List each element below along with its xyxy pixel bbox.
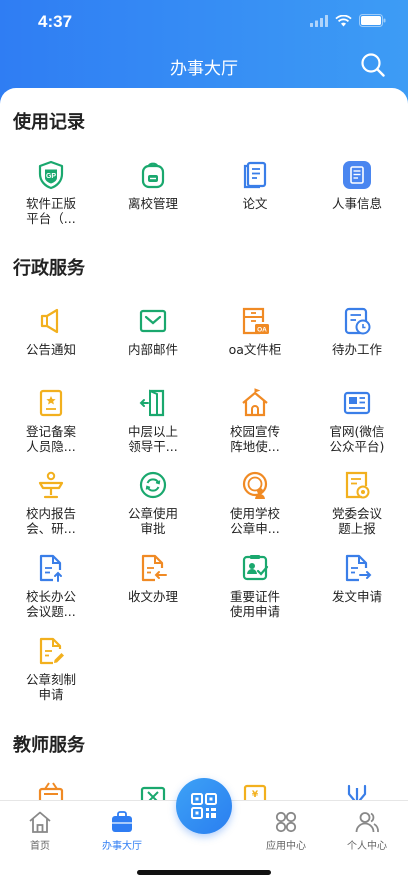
page-title: 办事大厅 <box>170 59 238 79</box>
mail-icon <box>139 309 167 333</box>
app-receive-documents[interactable]: 收文办理 <box>102 553 204 604</box>
svg-text:OA: OA <box>257 327 267 334</box>
app-party-committee[interactable]: 党委会议题上报 <box>306 470 408 536</box>
tab-label: 个人中心 <box>347 841 387 852</box>
app-label: 人事信息 <box>331 196 382 211</box>
app-principal-office[interactable]: 校长办公会议题... <box>0 553 102 619</box>
app-certificate-use[interactable]: 重要证件使用申请 <box>204 553 306 619</box>
document-receive-icon <box>141 554 167 582</box>
tab-app-center[interactable]: 应用中心 <box>246 809 326 852</box>
app-label: 校内报告会、研... <box>25 506 76 536</box>
oa-cabinet-icon: OA <box>242 307 269 335</box>
backpack-icon <box>141 162 165 189</box>
teacher-app-green-icon[interactable] <box>138 780 168 800</box>
app-label: 重要证件使用申请 <box>229 589 280 619</box>
briefcase-icon <box>112 811 132 832</box>
app-label: 党委会议题上报 <box>331 506 382 536</box>
seal-person-icon <box>242 471 268 499</box>
teacher-app-yuan-icon[interactable]: ¥ <box>240 780 270 800</box>
app-personnel-info[interactable]: 人事信息 <box>306 160 408 211</box>
app-announcement[interactable]: 公告通知 <box>0 306 102 357</box>
teacher-app-tools-icon[interactable] <box>342 780 372 800</box>
app-center-icon <box>275 811 297 833</box>
lectern-icon <box>38 471 64 499</box>
search-icon[interactable] <box>360 52 386 78</box>
document-edit-icon <box>39 637 64 665</box>
app-todo[interactable]: 待办工作 <box>306 306 408 357</box>
tab-label: 应用中心 <box>266 841 306 852</box>
battery-icon <box>359 14 386 27</box>
tab-service-hall[interactable]: 办事大厅 <box>82 809 162 852</box>
scan-qr-button[interactable] <box>176 778 232 834</box>
app-oa-cabinet[interactable]: OA oa文件柜 <box>204 306 306 357</box>
app-label: 公章刻制申请 <box>25 672 76 702</box>
qr-code-icon <box>191 793 217 819</box>
app-label: 论文 <box>242 196 268 211</box>
teacher-app-orange-icon[interactable] <box>36 780 66 800</box>
section-title-admin: 行政服务 <box>13 258 85 279</box>
section-title-teacher: 教师服务 <box>13 735 85 756</box>
certificate-icon <box>242 555 269 581</box>
home-icon <box>29 811 51 833</box>
app-label: 公告通知 <box>25 342 76 357</box>
app-label: 公章使用审批 <box>127 506 178 536</box>
wifi-icon <box>335 14 352 26</box>
svg-text:¥: ¥ <box>252 790 259 800</box>
seal-refresh-icon <box>139 471 167 499</box>
app-leave-school[interactable]: 离校管理 <box>102 160 204 211</box>
home-indicator <box>137 870 271 875</box>
gp-shield-icon: GP <box>38 160 64 190</box>
app-label: 软件正版平台（... <box>25 196 76 226</box>
app-label: 校园宣传阵地使... <box>229 424 280 454</box>
megaphone-icon <box>40 308 59 334</box>
tab-home[interactable]: 首页 <box>0 809 80 852</box>
app-label: oa文件柜 <box>228 342 282 357</box>
todo-clock-icon <box>344 307 371 335</box>
news-icon <box>343 391 371 415</box>
app-label: 登记备案人员隐... <box>25 424 76 454</box>
app-internal-mail[interactable]: 内部邮件 <box>102 306 204 357</box>
app-label: 中层以上领导干... <box>127 424 178 454</box>
app-seal-approval[interactable]: 公章使用审批 <box>102 470 204 536</box>
registration-icon <box>39 389 63 417</box>
document-icon <box>243 161 267 189</box>
app-official-website[interactable]: 官网(微信公众平台) <box>306 388 408 454</box>
tab-profile[interactable]: 个人中心 <box>327 809 407 852</box>
app-label: 使用学校公章申... <box>229 506 280 536</box>
app-label: 官网(微信公众平台) <box>329 424 385 454</box>
document-upload-icon <box>39 554 62 582</box>
app-label: 校长办公会议题... <box>25 589 76 619</box>
app-seal-engraving[interactable]: 公章刻制申请 <box>0 636 102 702</box>
app-label: 收文办理 <box>127 589 178 604</box>
document-send-icon <box>345 554 372 582</box>
app-send-documents[interactable]: 发文申请 <box>306 553 408 604</box>
app-report-meeting[interactable]: 校内报告会、研... <box>0 470 102 536</box>
status-bar: 4:37 <box>0 0 408 44</box>
app-leader-cadre[interactable]: 中层以上领导干... <box>102 388 204 454</box>
campus-house-icon <box>242 388 268 417</box>
app-thesis[interactable]: 论文 <box>204 160 306 211</box>
personnel-list-icon <box>343 161 371 189</box>
tab-label: 办事大厅 <box>102 841 142 852</box>
app-label: 发文申请 <box>331 589 382 604</box>
app-school-seal[interactable]: 使用学校公章申... <box>204 470 306 536</box>
app-label: 内部邮件 <box>127 342 178 357</box>
profile-icon <box>355 812 379 833</box>
party-document-icon <box>345 471 370 499</box>
main-content: 使用记录 GP 软件正版平台（... 离校管理 论文 人事信息 行政服务 公告通… <box>0 88 408 800</box>
app-label: 待办工作 <box>331 342 382 357</box>
app-registration[interactable]: 登记备案人员隐... <box>0 388 102 454</box>
status-icons <box>310 14 386 27</box>
svg-text:GP: GP <box>46 173 56 180</box>
door-exit-icon <box>139 389 165 417</box>
app-campus-promotion[interactable]: 校园宣传阵地使... <box>204 388 306 454</box>
app-label: 离校管理 <box>127 196 178 211</box>
section-title-usage: 使用记录 <box>13 112 85 133</box>
app-software-license[interactable]: GP 软件正版平台（... <box>0 160 102 226</box>
status-time: 4:37 <box>38 12 73 31</box>
signal-icon <box>310 14 328 27</box>
tab-label: 首页 <box>30 841 50 852</box>
